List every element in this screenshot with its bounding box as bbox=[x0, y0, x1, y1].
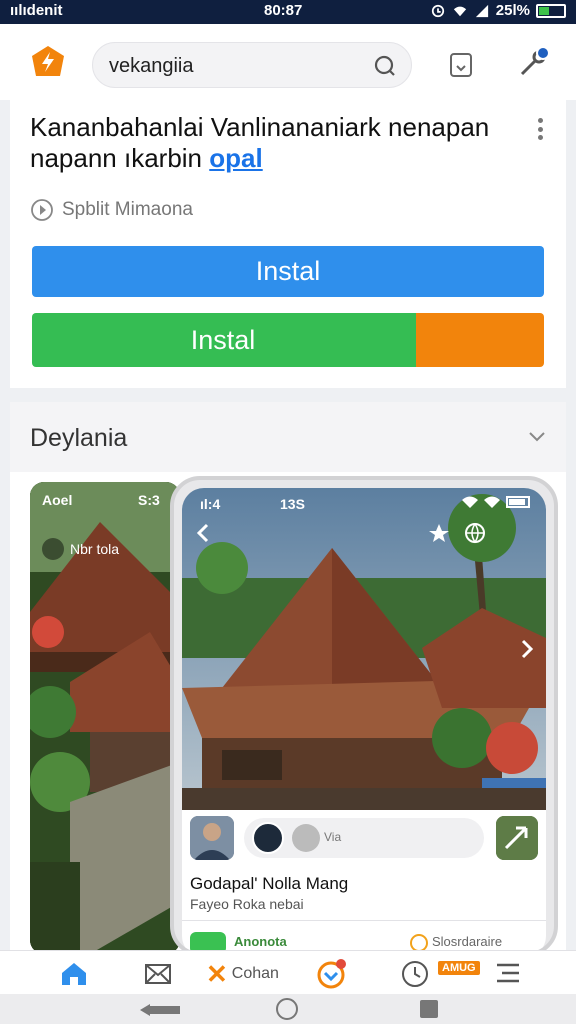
screenshot-gallery[interactable]: Aoel S:3 Nbr tola ıl:4 13S Via Godapal' … bbox=[10, 472, 566, 950]
star-icon[interactable] bbox=[428, 522, 450, 544]
more-options-icon[interactable] bbox=[530, 116, 550, 142]
alarm-icon bbox=[431, 4, 444, 17]
nav-bag[interactable] bbox=[316, 959, 346, 989]
phone-mockup[interactable]: ıl:4 13S Via Godapal' Nolla Mang Fayeo R… bbox=[170, 476, 558, 950]
headline-link[interactable]: opal bbox=[209, 143, 262, 173]
status-icons: 25l% bbox=[430, 2, 566, 19]
avatar[interactable] bbox=[190, 816, 234, 860]
back-status-left: Aoel bbox=[42, 492, 73, 508]
back-arrow-icon[interactable] bbox=[194, 522, 212, 544]
phone-wifi-icon-2 bbox=[484, 496, 500, 508]
x-icon: ✕ bbox=[206, 959, 228, 989]
thumbnail-arrow-icon bbox=[496, 816, 538, 860]
clock-icon bbox=[410, 934, 428, 950]
listing-headline: Kananbahanlai Vanlinananiark nenapan nap… bbox=[30, 112, 510, 174]
phone-wifi-icon bbox=[462, 496, 478, 508]
app-listing-card: Kananbahanlai Vanlinananiark nenapan nap… bbox=[10, 100, 566, 388]
preview-label: Spblit Mimaona bbox=[62, 199, 193, 220]
install-button-primary[interactable]: Instal bbox=[32, 246, 544, 297]
phone-post-title: Godapal' Nolla Mang bbox=[190, 874, 349, 893]
system-navigation bbox=[0, 994, 576, 1024]
search-icon[interactable] bbox=[373, 54, 397, 78]
thumbnail-right[interactable] bbox=[496, 816, 538, 860]
nav-clock[interactable] bbox=[400, 959, 430, 989]
nav-home[interactable] bbox=[60, 959, 88, 989]
back-status-right: S:3 bbox=[138, 492, 160, 508]
phone-status-center: 13S bbox=[280, 496, 305, 512]
phone-screen: ıl:4 13S Via Godapal' Nolla Mang Fayeo R… bbox=[182, 488, 546, 950]
pill-text: Via bbox=[324, 830, 342, 844]
globe-icon[interactable] bbox=[464, 522, 486, 544]
play-icon bbox=[31, 199, 53, 221]
phone-orange-label: Slosrdaraire bbox=[432, 934, 503, 949]
nav-cohan[interactable]: ✕ Cohan bbox=[206, 959, 279, 989]
carrier-label: ıılıdenit bbox=[10, 2, 63, 19]
top-app-bar bbox=[0, 24, 576, 100]
chevron-down-icon[interactable] bbox=[528, 430, 546, 444]
phone-status-left: ıl:4 bbox=[200, 496, 221, 512]
notification-badge bbox=[536, 46, 550, 60]
village-photo bbox=[182, 488, 546, 810]
preview-row[interactable]: Spblit Mimaona bbox=[30, 198, 193, 222]
wifi-icon bbox=[453, 6, 466, 16]
install-button-secondary[interactable]: Instal bbox=[32, 313, 544, 367]
home-icon bbox=[62, 963, 86, 985]
search-input[interactable] bbox=[109, 53, 359, 79]
nav-mail[interactable] bbox=[144, 959, 172, 989]
next-arrow-icon[interactable] bbox=[520, 638, 534, 660]
tools-button[interactable] bbox=[516, 46, 550, 80]
section-title: Deylania bbox=[30, 424, 128, 452]
phone-green-label: Anonota bbox=[234, 934, 287, 949]
phone-toolbar: Via bbox=[190, 810, 538, 866]
system-home-icon[interactable] bbox=[276, 998, 298, 1020]
bottom-navigation: ✕ Cohan AMUG bbox=[0, 950, 576, 994]
system-back-icon[interactable] bbox=[138, 1002, 182, 1018]
phone-status-bar: ıl:4 13S bbox=[182, 488, 546, 518]
clock: 80:87 bbox=[264, 2, 303, 19]
bookmark-icon[interactable] bbox=[448, 52, 474, 78]
chip-icon bbox=[42, 538, 64, 560]
battery-icon bbox=[536, 3, 566, 18]
bag-icon bbox=[317, 959, 346, 989]
battery-percent: 25l% bbox=[495, 2, 530, 19]
nav-tag[interactable]: AMUG bbox=[438, 961, 480, 975]
phone-green-button[interactable] bbox=[190, 932, 226, 950]
search-bar[interactable] bbox=[92, 42, 412, 88]
system-recents-icon[interactable] bbox=[420, 1000, 438, 1018]
mail-icon bbox=[145, 964, 171, 984]
back-label-chip: Nbr tola bbox=[42, 538, 119, 560]
chip-label: Nbr tola bbox=[70, 541, 120, 557]
pill-badge bbox=[292, 824, 320, 852]
signal-icon bbox=[475, 4, 488, 17]
phone-divider bbox=[182, 920, 546, 921]
status-bar: ıılıdenit 80:87 25l% bbox=[0, 0, 576, 24]
screenshot-back[interactable]: Aoel S:3 Nbr tola bbox=[30, 482, 180, 950]
nav-list[interactable] bbox=[494, 959, 522, 989]
clock-nav-icon bbox=[402, 961, 428, 987]
phone-battery-icon bbox=[506, 496, 530, 508]
reaction-pill[interactable]: Via bbox=[244, 818, 535, 858]
phone-action-icons bbox=[428, 522, 486, 544]
avatar-person-icon bbox=[190, 816, 234, 860]
nav-cohan-label: Cohan bbox=[231, 965, 279, 982]
section-header[interactable]: Deylania bbox=[10, 402, 566, 472]
pill-avatar bbox=[252, 822, 284, 854]
app-logo-icon[interactable] bbox=[30, 44, 66, 80]
list-icon bbox=[497, 963, 519, 983]
phone-status-icons bbox=[462, 496, 532, 508]
phone-post-subtitle: Fayeo Roka nebai bbox=[190, 896, 304, 912]
